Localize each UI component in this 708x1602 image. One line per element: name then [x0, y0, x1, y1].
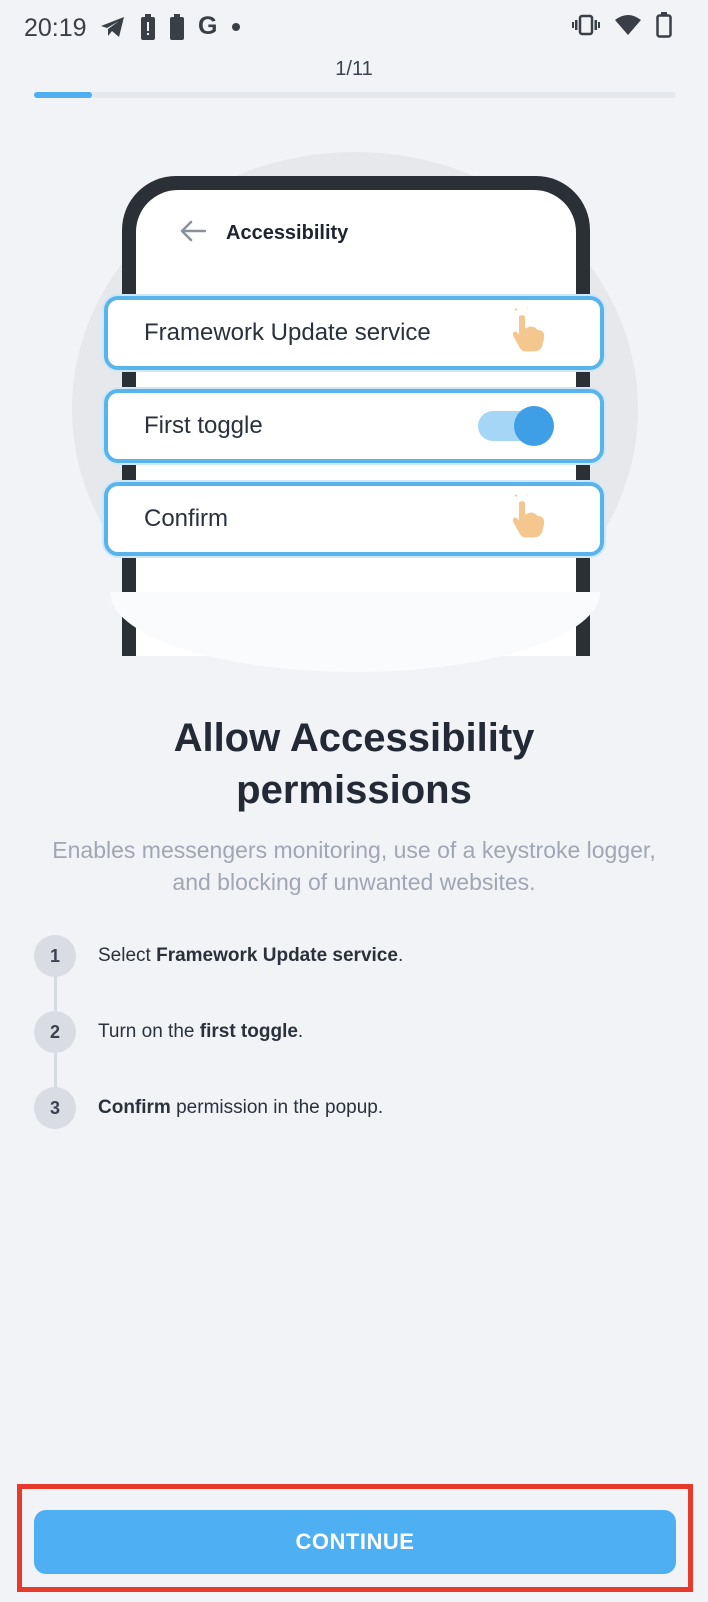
status-bar: 20:19 G — [0, 0, 708, 56]
back-arrow-icon — [180, 220, 207, 247]
google-icon: G — [198, 12, 218, 40]
progress-fill — [34, 92, 93, 98]
option-label: First toggle — [144, 412, 263, 439]
step-text-pre: Turn on the — [98, 1021, 200, 1042]
title-line-1: Allow Accessibility — [173, 716, 535, 760]
tap-hand-icon — [508, 303, 548, 358]
battery-outline-icon — [656, 12, 672, 38]
option-label: Confirm — [144, 505, 229, 532]
continue-button[interactable]: CONTINUE — [34, 1510, 676, 1574]
phone-header: Accessibility — [180, 220, 348, 247]
tap-hand-icon — [508, 489, 548, 544]
title-line-2: permissions — [236, 768, 472, 812]
option-confirm: Confirm — [104, 482, 604, 556]
step-number: 1 — [34, 935, 76, 977]
option-framework-update-service: Framework Update service — [104, 296, 604, 370]
step-item-3: 3 Confirm permission in the popup. — [34, 1086, 383, 1130]
vibrate-icon — [572, 13, 600, 37]
page-subtitle: Enables messengers monitoring, use of a … — [52, 837, 656, 895]
option-label: Framework Update service — [144, 319, 431, 346]
telegram-icon — [100, 15, 126, 39]
step-item-1: 1 Select Framework Update service. — [34, 934, 403, 978]
step-text-bold: Confirm — [98, 1097, 171, 1118]
step-text-post: permission in the popup. — [170, 1097, 384, 1118]
step-text-post: . — [297, 1021, 304, 1042]
step-text-post: . — [397, 945, 404, 966]
step-text-pre: Select — [98, 945, 157, 966]
toggle-track — [478, 406, 554, 446]
battery-icon — [170, 13, 184, 40]
progress-label: 1/11 — [335, 58, 373, 80]
wifi-icon — [614, 13, 642, 37]
step-text: Select Framework Update service. — [98, 945, 403, 967]
step-number: 2 — [34, 1011, 76, 1053]
toggle-knob — [514, 406, 554, 446]
option-first-toggle: First toggle — [104, 389, 604, 463]
step-text: Turn on the first toggle. — [98, 1021, 303, 1043]
step-number: 3 — [34, 1087, 76, 1129]
page-title: Allow Accessibility permissions — [0, 712, 708, 816]
toggle-on-icon — [478, 406, 554, 446]
phone-header-title: Accessibility — [226, 222, 349, 244]
step-text-bold: first toggle — [199, 1021, 298, 1042]
step-item-2: 2 Turn on the first toggle. — [34, 1010, 303, 1054]
status-left-icons: G — [100, 12, 241, 41]
step-text: Confirm permission in the popup. — [98, 1097, 383, 1119]
battery-alert-icon — [140, 13, 156, 40]
dot-icon — [231, 22, 241, 32]
progress-bar — [34, 92, 676, 98]
step-text-bold: Framework Update service — [156, 945, 398, 966]
status-right-icons — [572, 12, 672, 38]
status-time: 20:19 — [24, 14, 87, 42]
